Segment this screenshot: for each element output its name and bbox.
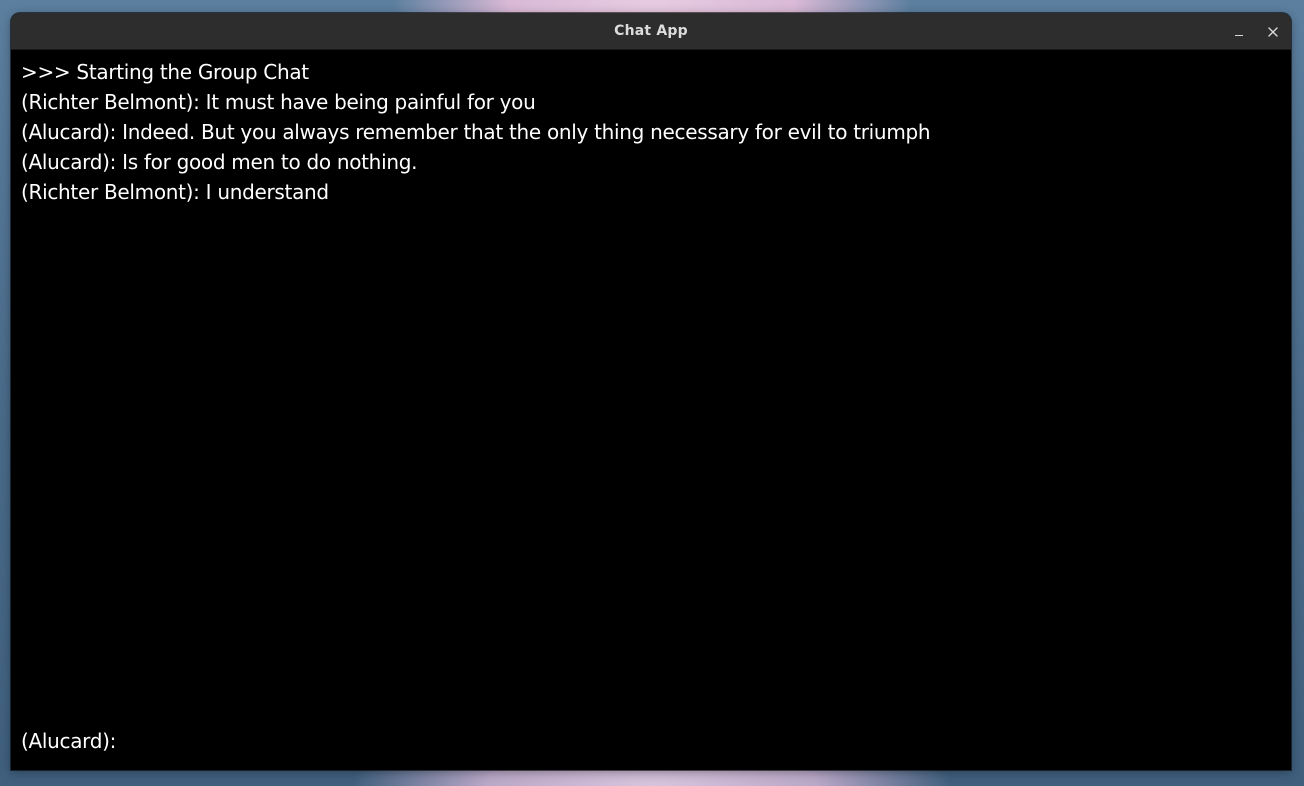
chat-message: (Richter Belmont): I understand (21, 180, 329, 204)
minimize-icon (1235, 35, 1243, 36)
chat-message: >>> Starting the Group Chat (21, 60, 309, 84)
title-bar[interactable]: Chat App (11, 13, 1291, 50)
window-title: Chat App (614, 23, 688, 39)
chat-message: (Alucard): Is for good men to do nothing… (21, 150, 418, 174)
message-input-row: (Alucard): (21, 726, 1281, 756)
close-button[interactable] (1263, 22, 1283, 42)
close-icon (1268, 27, 1278, 37)
chat-app-window: Chat App >>> Starting the Group Chat (Ri… (11, 13, 1291, 770)
input-prompt: (Alucard): (21, 729, 117, 753)
chat-message: (Richter Belmont): It must have being pa… (21, 90, 536, 114)
chat-message: (Alucard): Indeed. But you always rememb… (21, 120, 931, 144)
minimize-button[interactable] (1229, 22, 1249, 42)
chat-log: >>> Starting the Group Chat (Richter Bel… (21, 57, 1281, 717)
message-input[interactable] (116, 726, 1223, 756)
